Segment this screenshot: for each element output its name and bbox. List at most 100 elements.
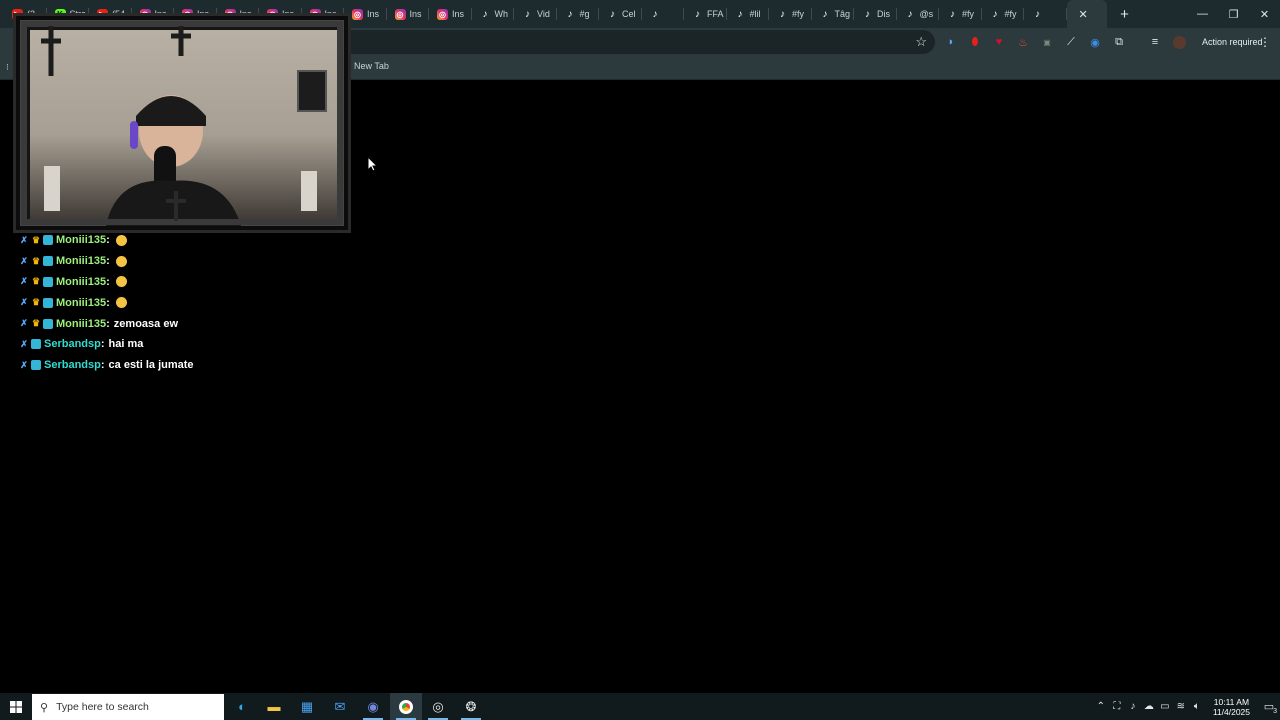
taskbar-search[interactable]: ⚲ Type here to search bbox=[32, 694, 224, 720]
bookmark-star-icon[interactable]: ☆ bbox=[915, 34, 927, 50]
edge-icon[interactable]: ◐ bbox=[226, 693, 258, 720]
chat-username[interactable]: Serbandsp bbox=[44, 338, 101, 350]
window-controls: — ❐ ✕ bbox=[1187, 0, 1280, 28]
chart-extension-icon[interactable]: ⟋ bbox=[1062, 34, 1080, 50]
store-icon[interactable]: ▦ bbox=[291, 693, 323, 720]
chat-username[interactable]: Serbandsp bbox=[44, 359, 101, 371]
chat-username[interactable]: Moniii135 bbox=[56, 255, 106, 267]
chrome-icon[interactable] bbox=[390, 693, 422, 720]
address-bar[interactable]: ☆ bbox=[300, 30, 935, 54]
volume-icon[interactable]: 🔈︎ bbox=[1189, 701, 1205, 712]
browser-tab[interactable]: ♪ Tâg bbox=[812, 0, 854, 28]
chat-message: ✗ ♛ Moniii135: bbox=[19, 292, 419, 313]
sub-badge-icon bbox=[31, 360, 41, 371]
pin-extension-icon[interactable]: ♥ bbox=[990, 34, 1008, 50]
chat-username[interactable]: Moniii135 bbox=[56, 234, 106, 246]
menu-kebab-icon[interactable]: ⋮ bbox=[1259, 33, 1271, 51]
media-control-icon[interactable]: ≡ bbox=[1146, 34, 1164, 50]
bookmark-new-tab[interactable]: New Tab bbox=[354, 61, 389, 71]
fire-extension-icon[interactable]: ♨ bbox=[1014, 34, 1032, 50]
browser-tab[interactable]: ♪ Vid bbox=[514, 0, 557, 28]
tiktok-icon: ♪ bbox=[737, 8, 743, 20]
blue-extension-icon[interactable]: ◉ bbox=[1086, 34, 1104, 50]
chat-colon: : bbox=[106, 275, 110, 288]
start-button[interactable] bbox=[0, 693, 32, 720]
browser-tab[interactable]: ♪ bbox=[1024, 0, 1067, 28]
chat-message: ✗ ♛ Moniii135: bbox=[19, 272, 419, 293]
chat-message: ✗ ♛ Moniii135: bbox=[19, 230, 419, 251]
browser-tab[interactable]: ♪ #lil bbox=[727, 0, 769, 28]
browser-tab[interactable]: ♪ Dis bbox=[854, 0, 897, 28]
search-placeholder: Type here to search bbox=[56, 701, 149, 713]
emoji-emote-icon bbox=[115, 276, 127, 288]
profile-avatar[interactable] bbox=[1170, 34, 1188, 50]
onedrive-icon[interactable]: ☁ bbox=[1141, 701, 1157, 712]
microphone-icon[interactable]: ♪ bbox=[1125, 701, 1141, 712]
tab-label: Wh bbox=[494, 9, 509, 19]
extensions-puzzle-icon[interactable]: ⧉ bbox=[1110, 34, 1128, 50]
discord-icon[interactable]: ◉ bbox=[357, 693, 389, 720]
close-window-button[interactable]: ✕ bbox=[1249, 0, 1280, 28]
chat-colon: : bbox=[106, 255, 110, 268]
browser-tab[interactable]: ♪ bbox=[642, 0, 684, 28]
mail-icon[interactable]: ✉ bbox=[324, 693, 356, 720]
browser-tab[interactable]: ♪ #g bbox=[557, 0, 599, 28]
file-explorer-icon[interactable]: ▬ bbox=[258, 693, 290, 720]
browser-tab[interactable]: ◎Ins bbox=[387, 0, 429, 28]
chat-colon: : bbox=[106, 296, 110, 309]
instagram-icon: ◎ bbox=[437, 8, 448, 20]
action-required-button[interactable]: Action required bbox=[1196, 33, 1269, 51]
sub-badge-icon bbox=[43, 235, 53, 246]
system-tray: ⌃ ⛶ ♪ ☁ ▭ ≋ 🔈︎ 10:11 AM 11/4/2025 ▭ 3 bbox=[1093, 693, 1280, 720]
active-tab[interactable]: ✕ bbox=[1066, 0, 1107, 28]
browser-tab[interactable]: ♪ #fy bbox=[769, 0, 812, 28]
chat-message: ✗ ♛ Moniii135: zemoasa ew bbox=[19, 313, 419, 334]
tiktok-icon: ♪ bbox=[992, 8, 998, 20]
sub-badge-icon bbox=[43, 276, 53, 287]
obs-icon[interactable]: ◎ bbox=[422, 693, 454, 720]
crown-badge-icon: ♛ bbox=[31, 318, 41, 329]
screen: ▶(2KStre▶(54◎Ins◎Ins◎Ins◎Ins◎Ins◎Ins◎Ins… bbox=[0, 0, 1280, 720]
close-tab-icon[interactable]: ✕ bbox=[1079, 8, 1088, 21]
mouse-cursor-icon bbox=[367, 156, 379, 172]
minimize-button[interactable]: — bbox=[1187, 0, 1218, 28]
steam-icon[interactable]: ❂ bbox=[455, 693, 487, 720]
tab-label: Cel bbox=[622, 9, 636, 19]
red-extension-icon[interactable]: ⬮ bbox=[966, 34, 984, 50]
browser-tab[interactable]: ♪ #fy bbox=[939, 0, 982, 28]
notification-center-icon[interactable]: ▭ 3 bbox=[1258, 693, 1280, 720]
show-hidden-icons-icon[interactable]: ⌃ bbox=[1093, 701, 1109, 712]
chat-text: hai ma bbox=[108, 338, 144, 351]
search-icon: ⚲ bbox=[40, 701, 49, 714]
off-extension-icon[interactable]: ▣ bbox=[1038, 34, 1056, 50]
browser-tab[interactable]: ♪ #fy bbox=[982, 0, 1024, 28]
tiktok-icon: ♪ bbox=[525, 8, 530, 20]
browser-tab[interactable]: ◎Ins bbox=[429, 0, 472, 28]
display-icon[interactable]: ▭ bbox=[1157, 701, 1173, 712]
clock-date: 11/4/2025 bbox=[1212, 706, 1250, 717]
emoji-emote-icon bbox=[115, 297, 127, 309]
browser-tab[interactable]: ♪ FFA bbox=[684, 0, 727, 28]
network-device-icon[interactable]: ⛶ bbox=[1109, 701, 1125, 712]
wifi-icon[interactable]: ≋ bbox=[1173, 701, 1189, 712]
emoji-emote-icon bbox=[115, 234, 127, 246]
chat-username[interactable]: Moniii135 bbox=[56, 318, 106, 330]
tiktok-icon: ♪ bbox=[822, 8, 828, 20]
sword-badge-icon: ✗ bbox=[20, 234, 28, 245]
browser-tab[interactable]: ♪ Cel bbox=[599, 0, 642, 28]
speech-extension-icon[interactable]: ◗ bbox=[942, 34, 960, 50]
tab-label: Ins bbox=[367, 9, 380, 19]
chat-username[interactable]: Moniii135 bbox=[56, 276, 106, 288]
sword-badge-icon: ✗ bbox=[20, 359, 28, 370]
chat-colon: : bbox=[106, 317, 110, 330]
crown-badge-icon: ♛ bbox=[31, 276, 41, 287]
crown-badge-icon: ♛ bbox=[31, 234, 41, 245]
browser-tab[interactable]: ♪ @s bbox=[897, 0, 939, 28]
new-tab-button[interactable]: + bbox=[1113, 2, 1137, 26]
restore-button[interactable]: ❐ bbox=[1218, 0, 1249, 28]
clock-time: 10:11 AM bbox=[1213, 696, 1250, 707]
browser-tab[interactable]: ♪ Wh bbox=[472, 0, 514, 28]
chat-username[interactable]: Moniii135 bbox=[56, 297, 106, 309]
clock[interactable]: 10:11 AM 11/4/2025 bbox=[1213, 697, 1250, 717]
chat-colon: : bbox=[100, 338, 105, 351]
